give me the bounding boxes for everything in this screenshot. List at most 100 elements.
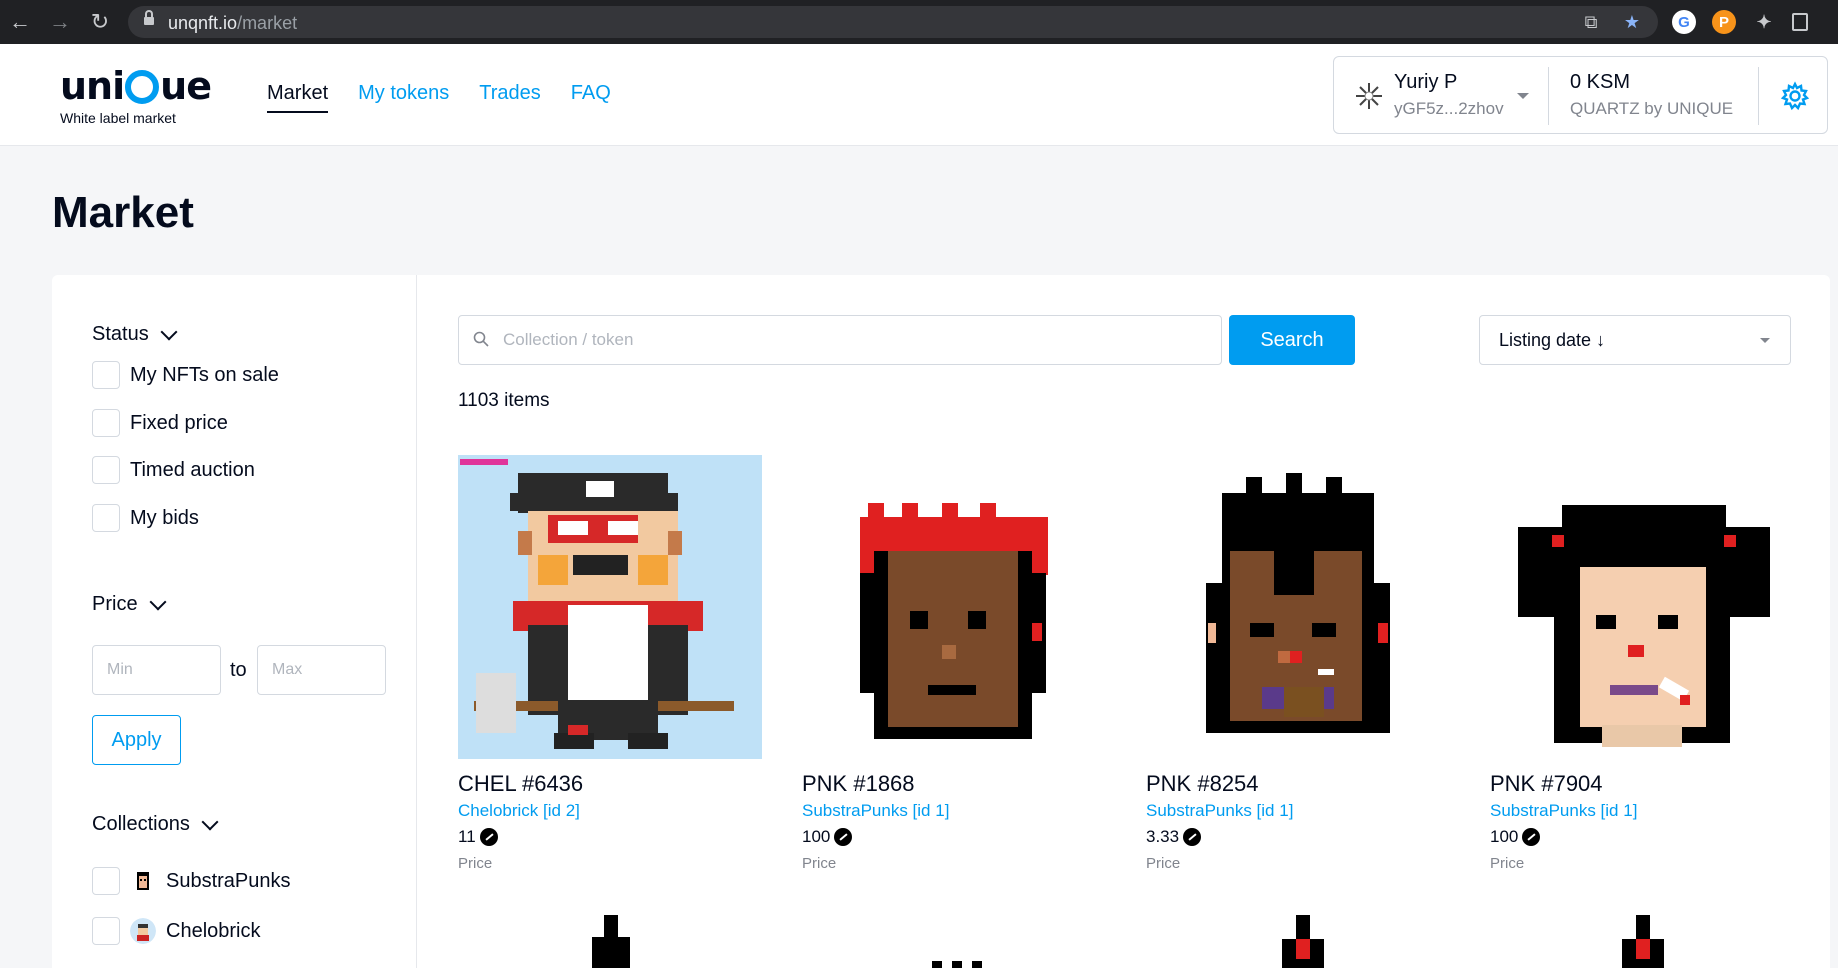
share-icon[interactable]: ⧉	[1580, 11, 1602, 33]
token-image[interactable]	[802, 455, 1106, 759]
token-collection-link[interactable]: Chelobrick [id 2]	[458, 801, 580, 821]
back-arrow-icon[interactable]: ←	[6, 0, 34, 44]
token-price: 100	[802, 827, 853, 847]
token-card[interactable]: PNK #8254 SubstraPunks [id 1] 3.33 Price	[1146, 455, 1450, 872]
ksm-coin-icon	[834, 828, 853, 846]
lock-icon	[144, 10, 154, 27]
token-name[interactable]: PNK #7904	[1490, 771, 1603, 797]
unique-logo[interactable]: uni ue White label market	[60, 62, 230, 132]
extensions-puzzle-icon[interactable]: ✦	[1752, 10, 1776, 34]
address-bar[interactable]: unqnft.io/market ⧉ ★	[128, 6, 1658, 38]
price-filter-title: Price	[92, 593, 138, 615]
url-text: unqnft.io/market	[168, 13, 298, 33]
price-caption: Price	[1146, 855, 1181, 872]
filter-my-nfts-on-sale[interactable]: My NFTs on sale	[92, 361, 279, 389]
checkbox[interactable]	[92, 456, 120, 484]
nav-trades[interactable]: Trades	[479, 82, 541, 113]
token-image[interactable]	[458, 455, 762, 759]
account-name[interactable]: Yuriy P	[1394, 71, 1457, 94]
substrapunks-avatar-icon	[137, 872, 149, 890]
chelobrick-avatar-icon	[130, 918, 156, 944]
token-card[interactable]: PNK #7904 SubstraPunks [id 1] 100 Price	[1490, 455, 1794, 872]
token-image-partial[interactable]	[932, 915, 982, 968]
sort-selected-value: Listing date ↓	[1499, 330, 1606, 350]
items-count: 1103 items	[458, 390, 550, 411]
checkbox[interactable]	[92, 504, 120, 532]
checkbox-label: Timed auction	[130, 458, 255, 481]
ksm-coin-icon	[1522, 828, 1541, 846]
token-image-partial[interactable]	[1278, 915, 1328, 968]
chevron-down-icon	[160, 323, 178, 340]
chevron-down-icon	[201, 813, 219, 830]
checkbox[interactable]	[92, 409, 120, 437]
logo-tagline: White label market	[60, 110, 176, 126]
token-image[interactable]	[1146, 455, 1450, 759]
token-card[interactable]: PNK #1868 SubstraPunks [id 1] 100 Price	[802, 455, 1106, 872]
price-caption: Price	[458, 855, 493, 872]
price-min-input[interactable]	[92, 645, 221, 695]
orange-extension-icon[interactable]: P	[1712, 10, 1736, 34]
chevron-down-icon	[149, 593, 167, 610]
token-collection-link[interactable]: SubstraPunks [id 1]	[802, 801, 949, 821]
filter-fixed-price[interactable]: Fixed price	[92, 409, 228, 437]
sort-select[interactable]: Listing date ↓	[1479, 315, 1791, 365]
divider	[1548, 67, 1549, 125]
price-value: 11	[458, 827, 476, 846]
bookmark-star-icon[interactable]: ★	[1621, 11, 1643, 33]
apply-price-button[interactable]: Apply	[92, 715, 181, 765]
balance-value: 0 KSM	[1570, 71, 1631, 93]
token-image-partial[interactable]	[1618, 915, 1668, 968]
token-image[interactable]	[1490, 455, 1794, 759]
checkbox[interactable]	[92, 361, 120, 389]
token-name[interactable]: CHEL #6436	[458, 771, 583, 797]
side-panel-icon[interactable]	[1792, 13, 1808, 31]
ksm-coin-icon	[1183, 828, 1202, 846]
checkbox-label: Fixed price	[130, 411, 228, 434]
settings-gear-icon[interactable]	[1780, 81, 1810, 111]
account-dropdown-caret-icon[interactable]	[1517, 93, 1529, 99]
nav-my-tokens[interactable]: My tokens	[358, 82, 449, 113]
search-field[interactable]	[458, 315, 1222, 365]
price-max-input[interactable]	[257, 645, 386, 695]
checkbox[interactable]	[92, 917, 120, 945]
collection-chelobrick[interactable]: Chelobrick	[92, 917, 260, 945]
forward-arrow-icon[interactable]: →	[46, 0, 74, 44]
logo-wordmark: uni ue	[60, 64, 212, 108]
nav-faq[interactable]: FAQ	[571, 82, 611, 113]
app-header: uni ue White label market Market My token…	[0, 44, 1838, 146]
search-input[interactable]	[503, 316, 1203, 364]
nav-market[interactable]: Market	[267, 82, 329, 113]
collections-filter-toggle[interactable]: Collections	[92, 813, 219, 836]
main-nav: Market My tokens Trades FAQ	[267, 82, 611, 113]
token-collection-link[interactable]: SubstraPunks [id 1]	[1490, 801, 1637, 821]
account-identicon-icon[interactable]	[1354, 81, 1384, 111]
checkbox[interactable]	[92, 867, 120, 895]
account-address: yGF5z...2zhov	[1394, 99, 1504, 118]
search-button[interactable]: Search	[1229, 315, 1355, 365]
checkbox-label: My bids	[130, 506, 199, 529]
token-card[interactable]: CHEL #6436 Chelobrick [id 2] 11 Price	[458, 455, 762, 872]
token-name[interactable]: PNK #1868	[802, 771, 915, 797]
filter-my-bids[interactable]: My bids	[92, 504, 199, 532]
price-value: 3.33	[1146, 827, 1180, 846]
token-name[interactable]: PNK #8254	[1146, 771, 1259, 797]
google-extension-icon[interactable]: G	[1672, 10, 1696, 34]
collection-substrapunks[interactable]: SubstraPunks	[92, 867, 291, 895]
price-caption: Price	[1490, 855, 1525, 872]
reload-icon[interactable]: ↻	[86, 0, 114, 44]
filters-sidebar: Status My NFTs on sale Fixed price Timed…	[52, 275, 417, 968]
network-label: QUARTZ by UNIQUE	[1570, 99, 1734, 118]
substrapunk-token-art	[802, 455, 1106, 759]
token-image-partial[interactable]	[586, 915, 636, 968]
token-price: 100	[1490, 827, 1541, 847]
filter-timed-auction[interactable]: Timed auction	[92, 456, 255, 484]
status-filter-toggle[interactable]: Status	[92, 323, 178, 346]
market-card: Status My NFTs on sale Fixed price Timed…	[52, 275, 1830, 968]
price-to-label: to	[230, 659, 247, 681]
token-price: 3.33	[1146, 827, 1202, 847]
chelobrick-token-art	[458, 455, 762, 759]
token-collection-link[interactable]: SubstraPunks [id 1]	[1146, 801, 1293, 821]
ksm-coin-icon	[479, 828, 498, 846]
price-filter-toggle[interactable]: Price	[92, 593, 167, 616]
substrapunk-token-art	[1146, 455, 1450, 759]
